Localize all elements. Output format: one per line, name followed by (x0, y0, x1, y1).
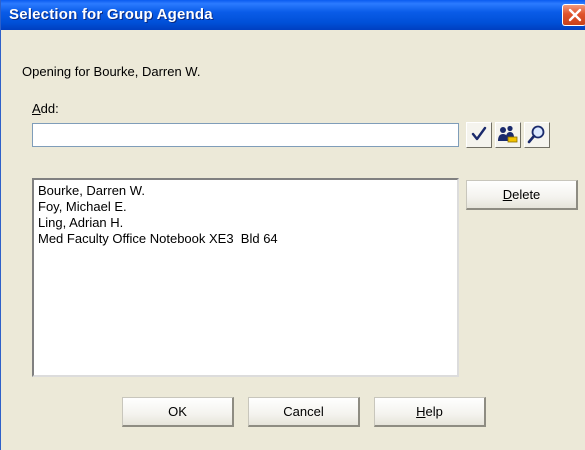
add-label-rest: dd: (40, 101, 59, 116)
checkmark-icon (470, 125, 488, 146)
ok-label: OK (168, 404, 187, 419)
opening-label: Opening for Bourke, Darren W. (22, 64, 201, 79)
help-button[interactable]: Help (374, 397, 486, 427)
cancel-button[interactable]: Cancel (248, 397, 360, 427)
delete-button[interactable]: Delete (466, 180, 578, 210)
cancel-label: Cancel (283, 404, 324, 419)
list-item[interactable]: Med Faculty Office Notebook XE3 Bld 64 (38, 231, 457, 247)
delete-label-rest: elete (512, 187, 541, 202)
ok-button[interactable]: OK (122, 397, 234, 427)
search-button[interactable] (524, 122, 550, 148)
address-book-button[interactable] (495, 122, 521, 148)
attendee-list[interactable]: Bourke, Darren W. Foy, Michael E. Ling, … (32, 178, 459, 377)
help-label-rest: elp (425, 404, 443, 419)
title-bar[interactable]: Selection for Group Agenda (1, 0, 585, 30)
close-button[interactable] (562, 4, 585, 26)
add-input[interactable] (32, 123, 459, 147)
delete-mnemonic: D (502, 187, 513, 202)
help-mnemonic: H (416, 404, 426, 419)
list-item[interactable]: Foy, Michael E. (38, 199, 457, 215)
list-item[interactable]: Ling, Adrian H. (38, 215, 457, 231)
window-title: Selection for Group Agenda (9, 6, 213, 23)
list-item[interactable]: Bourke, Darren W. (38, 183, 457, 199)
dialog-window: Selection for Group Agenda Opening for B… (0, 0, 585, 450)
people-icon (497, 125, 519, 146)
add-label-mnemonic: A (32, 101, 41, 116)
close-icon (568, 8, 582, 22)
magnifier-icon (527, 124, 547, 147)
add-label: Add: (32, 101, 59, 116)
check-names-button[interactable] (466, 122, 492, 148)
